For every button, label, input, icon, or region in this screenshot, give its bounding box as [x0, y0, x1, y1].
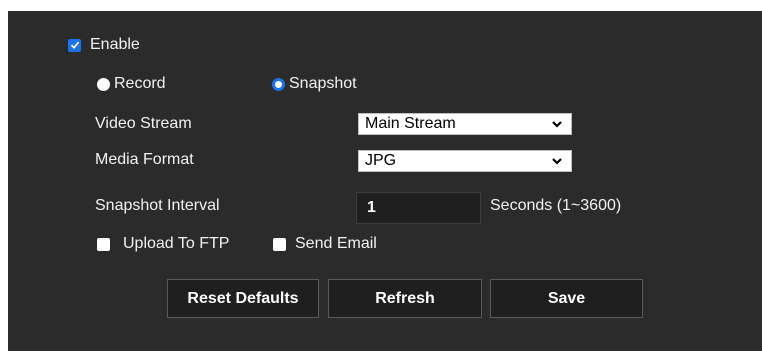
snapshot-radio-row[interactable]: Snapshot [272, 75, 357, 93]
upload-ftp-checkbox[interactable] [97, 237, 110, 251]
snapshot-interval-input[interactable]: 1 [356, 192, 481, 224]
snapshot-interval-unit: Seconds (1~3600) [490, 197, 622, 214]
enable-label: Enable [90, 36, 140, 53]
video-stream-row: Video Stream [95, 115, 192, 133]
video-stream-select[interactable]: Main Stream [358, 113, 572, 135]
record-radio[interactable] [97, 77, 110, 91]
record-label: Record [114, 75, 166, 92]
chevron-down-icon [552, 121, 562, 128]
snapshot-interval-label: Snapshot Interval [95, 197, 220, 214]
snapshot-label: Snapshot [289, 75, 357, 92]
send-email-checkbox[interactable] [273, 237, 286, 251]
send-email-row[interactable]: Send Email [273, 235, 377, 253]
upload-ftp-label: Upload To FTP [123, 235, 230, 252]
enable-checkbox[interactable] [68, 38, 81, 52]
video-stream-label: Video Stream [95, 115, 192, 132]
enable-row: Enable [68, 36, 140, 54]
record-radio-row[interactable]: Record [97, 75, 166, 93]
chevron-down-icon [552, 158, 562, 165]
check-icon [70, 41, 79, 49]
upload-ftp-row[interactable]: Upload To FTP [97, 235, 229, 253]
media-format-select[interactable]: JPG [358, 150, 572, 172]
reset-defaults-button[interactable]: Reset Defaults [167, 279, 319, 318]
media-format-label: Media Format [95, 151, 194, 168]
send-email-label: Send Email [295, 235, 377, 252]
snapshot-radio[interactable] [272, 77, 285, 91]
snapshot-interval-row: Snapshot Interval [95, 197, 220, 215]
save-button[interactable]: Save [490, 279, 643, 318]
refresh-button[interactable]: Refresh [328, 279, 482, 318]
video-stream-value: Main Stream [365, 115, 456, 132]
snapshot-interval-unit-row: Seconds (1~3600) [490, 197, 621, 215]
media-format-row: Media Format [95, 151, 194, 169]
media-format-value: JPG [365, 152, 397, 169]
